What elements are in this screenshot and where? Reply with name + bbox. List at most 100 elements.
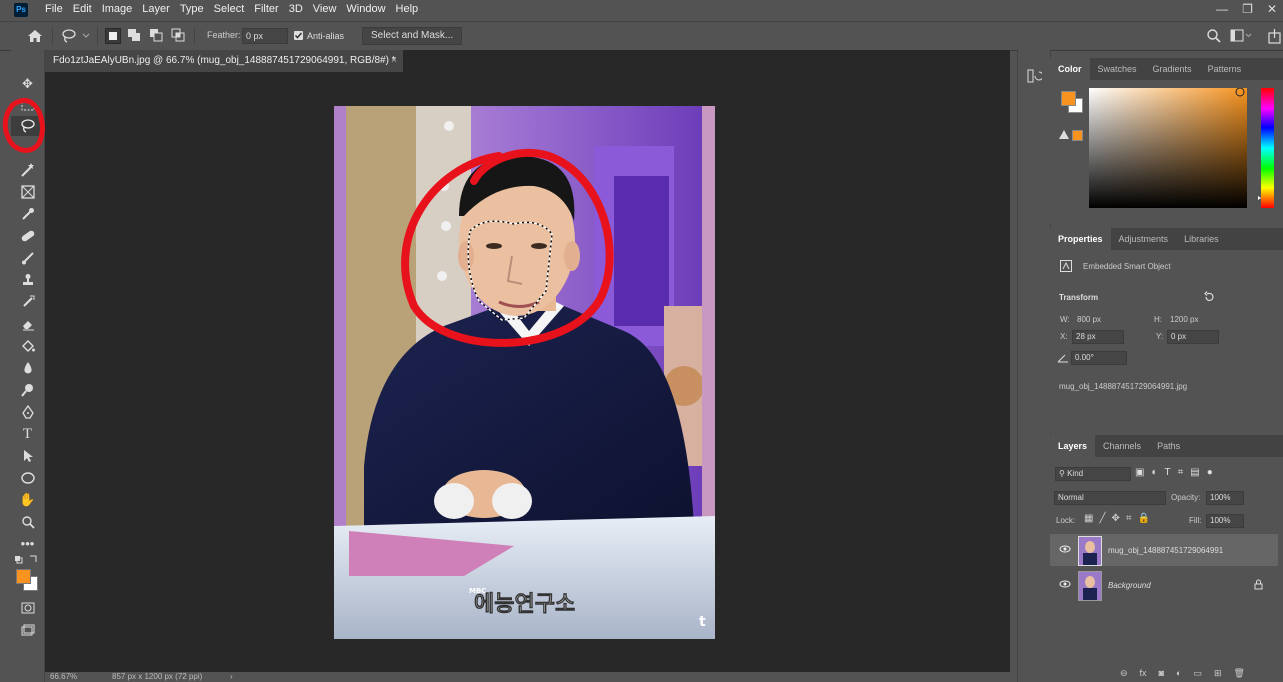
layer-row[interactable]: Background <box>1050 569 1278 601</box>
web-color-swatch[interactable] <box>1072 130 1083 141</box>
lock-pixels-icon[interactable]: ╱ <box>1099 513 1105 525</box>
width-value[interactable]: 800 px <box>1077 315 1101 324</box>
visibility-eye-icon[interactable] <box>1059 544 1071 556</box>
stamp-tool-icon[interactable] <box>11 270 44 290</box>
tab-color[interactable]: Color <box>1050 58 1090 80</box>
gamut-warning-icon[interactable] <box>1059 130 1069 140</box>
paint-bucket-tool-icon[interactable] <box>11 336 44 356</box>
filter-pixel-icon[interactable]: ▣ <box>1135 467 1144 479</box>
restore-icon[interactable]: ❐ <box>1242 2 1253 16</box>
antialias-checkbox[interactable] <box>294 31 303 40</box>
fx-icon[interactable]: fx <box>1140 668 1147 682</box>
color-panel-swatches[interactable] <box>1061 91 1083 113</box>
tab-adjustments[interactable]: Adjustments <box>1111 234 1177 244</box>
angle-input[interactable]: 0.00° <box>1071 351 1127 365</box>
ellipse-tool-icon[interactable] <box>11 468 44 488</box>
intersect-selection-icon[interactable] <box>171 28 185 42</box>
screen-mode-icon[interactable] <box>11 620 44 640</box>
add-selection-icon[interactable] <box>127 28 141 42</box>
opacity-input[interactable]: 100% <box>1206 491 1244 505</box>
subtract-selection-icon[interactable] <box>149 28 163 42</box>
swap-colors-icon[interactable] <box>14 554 40 564</box>
quick-mask-icon[interactable] <box>11 598 44 618</box>
menu-file[interactable]: File <box>40 3 68 15</box>
crop-frame-tool-icon[interactable] <box>11 182 44 202</box>
close-window-icon[interactable]: ✕ <box>1267 2 1277 16</box>
new-selection-icon[interactable] <box>105 28 121 44</box>
height-value[interactable]: 1200 px <box>1170 315 1198 324</box>
color-field[interactable] <box>1089 87 1247 208</box>
new-group-icon[interactable]: ▭ <box>1193 668 1202 682</box>
type-tool-icon[interactable]: T <box>11 424 44 444</box>
move-tool-icon[interactable]: ✥ <box>11 74 44 94</box>
delete-layer-icon[interactable]: 🗑 <box>1234 668 1245 682</box>
dodge-tool-icon[interactable] <box>11 380 44 400</box>
fill-input[interactable]: 100% <box>1206 514 1244 528</box>
lock-icon[interactable] <box>1254 579 1263 592</box>
blend-mode-select[interactable]: Normal <box>1054 491 1166 505</box>
new-layer-icon[interactable]: ⊞ <box>1214 668 1222 682</box>
share-icon[interactable] <box>1268 28 1282 44</box>
menu-image[interactable]: Image <box>97 3 138 15</box>
tab-properties[interactable]: Properties <box>1050 228 1111 250</box>
foreground-color-swatch[interactable] <box>16 569 31 584</box>
lasso-preset-icon[interactable] <box>60 27 90 45</box>
hand-tool-icon[interactable]: ✋ <box>11 490 44 510</box>
home-icon[interactable] <box>26 27 44 45</box>
link-layers-icon[interactable]: ⊖ <box>1120 668 1128 682</box>
lock-artboard-icon[interactable]: ⌗ <box>1126 513 1132 525</box>
lock-all-icon[interactable]: 🔒 <box>1138 513 1150 525</box>
layer-row[interactable]: mug_obj_148887451729064991 <box>1050 534 1278 566</box>
y-input[interactable]: 0 px <box>1167 330 1219 344</box>
foreground-color-swatch[interactable] <box>1061 91 1076 106</box>
search-icon[interactable] <box>1206 28 1222 44</box>
layer-filter-kind[interactable]: ⚲ Kind <box>1055 467 1131 481</box>
reset-transform-icon[interactable] <box>1203 291 1215 303</box>
tab-paths[interactable]: Paths <box>1149 441 1188 451</box>
workspace-icon[interactable] <box>1230 29 1252 43</box>
menu-edit[interactable]: Edit <box>68 3 97 15</box>
tab-layers[interactable]: Layers <box>1050 435 1096 457</box>
filter-adjustment-icon[interactable]: ◐ <box>1151 467 1157 479</box>
canvas[interactable]: MBC 에능연구소 t <box>334 106 715 639</box>
adjustment-layer-icon[interactable]: ◐ <box>1176 668 1181 682</box>
tab-libraries[interactable]: Libraries <box>1176 234 1227 244</box>
menu-select[interactable]: Select <box>209 3 250 15</box>
document-tab[interactable]: Fdo1ztJaEAlyUBn.jpg @ 66.7% (mug_obj_148… <box>45 50 403 72</box>
status-arrow-icon[interactable]: › <box>230 672 233 681</box>
eraser-tool-icon[interactable] <box>11 314 44 334</box>
tab-gradients[interactable]: Gradients <box>1145 64 1200 74</box>
lock-transparent-icon[interactable]: ▦ <box>1084 513 1093 525</box>
history-brush-tool-icon[interactable] <box>11 292 44 312</box>
layer-name[interactable]: Background <box>1108 581 1151 590</box>
lock-position-icon[interactable]: ✥ <box>1111 513 1119 525</box>
menu-layer[interactable]: Layer <box>137 3 175 15</box>
x-input[interactable]: 28 px <box>1072 330 1124 344</box>
path-selection-tool-icon[interactable] <box>11 446 44 466</box>
feather-input[interactable]: 0 px <box>242 28 288 44</box>
zoom-level[interactable]: 66.67% <box>50 672 77 681</box>
hue-slider[interactable] <box>1258 88 1274 208</box>
eyedropper-tool-icon[interactable] <box>11 204 44 224</box>
add-mask-icon[interactable]: ◙ <box>1159 668 1164 682</box>
select-and-mask-button[interactable]: Select and Mask... <box>362 27 463 45</box>
filter-smart-object-icon[interactable]: ▤ <box>1190 467 1199 479</box>
filter-toggle-icon[interactable]: ● <box>1207 467 1213 479</box>
more-tools-icon[interactable]: ••• <box>11 534 44 554</box>
zoom-tool-icon[interactable] <box>11 512 44 532</box>
history-icon[interactable] <box>1026 68 1044 84</box>
brush-tool-icon[interactable] <box>11 248 44 268</box>
tab-patterns[interactable]: Patterns <box>1200 64 1250 74</box>
healing-brush-tool-icon[interactable] <box>11 226 44 246</box>
filter-shape-icon[interactable]: ⌗ <box>1178 467 1184 479</box>
layer-name[interactable]: mug_obj_148887451729064991 <box>1108 546 1223 555</box>
filter-type-icon[interactable]: T <box>1165 467 1171 479</box>
menu-3d[interactable]: 3D <box>284 3 308 15</box>
menu-type[interactable]: Type <box>175 3 209 15</box>
menu-view[interactable]: View <box>308 3 342 15</box>
menu-window[interactable]: Window <box>341 3 390 15</box>
menu-filter[interactable]: Filter <box>249 3 283 15</box>
minimize-icon[interactable]: — <box>1216 2 1228 16</box>
tab-swatches[interactable]: Swatches <box>1090 64 1145 74</box>
close-tab-icon[interactable]: × <box>391 50 397 72</box>
